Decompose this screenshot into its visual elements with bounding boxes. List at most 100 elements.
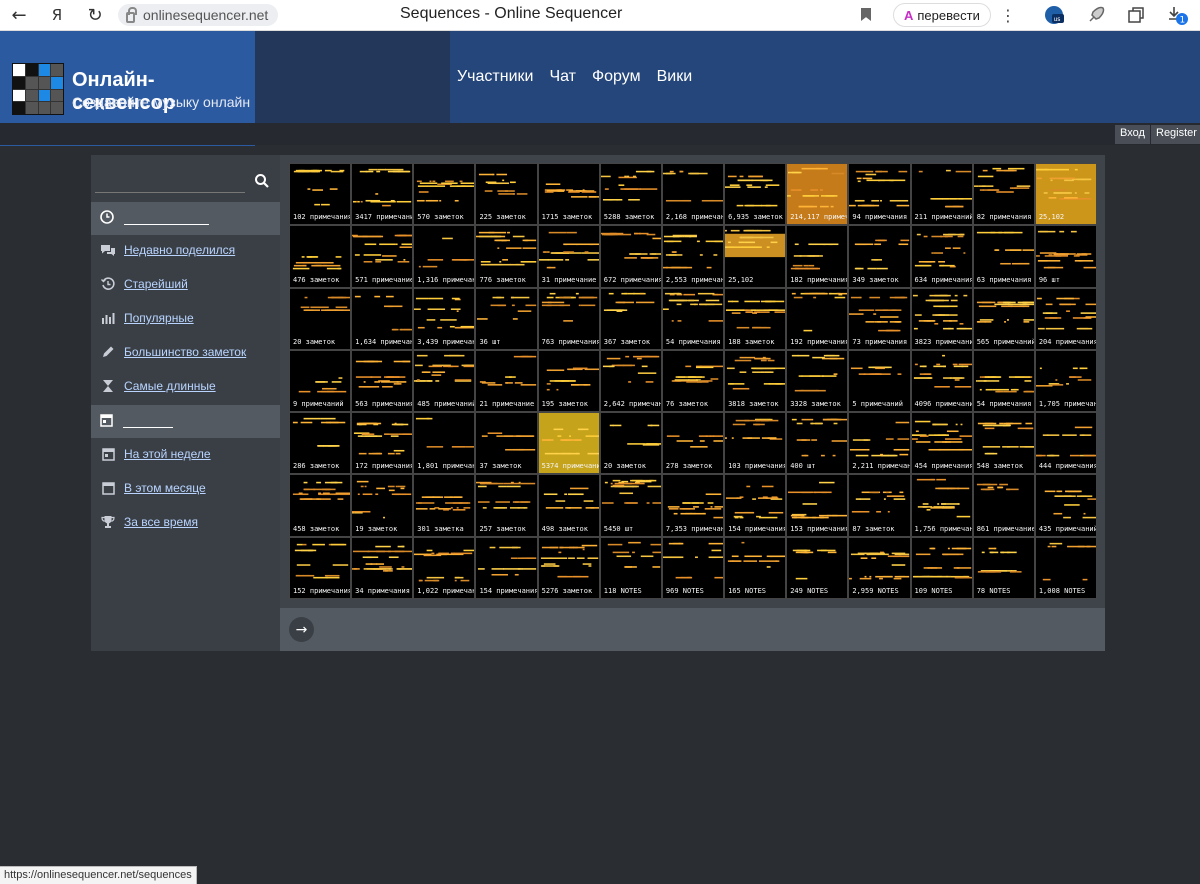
sequence-tile[interactable]: 54 примечания (972, 349, 1035, 413)
sequence-tile[interactable]: 444 примечания (1034, 412, 1097, 475)
sequence-tile[interactable]: 2,211 примечаний (848, 412, 911, 475)
sequence-tile[interactable]: 548 заметок (972, 412, 1035, 475)
yandex-icon[interactable]: Я (38, 0, 76, 31)
sequence-tile[interactable]: 2,642 примечания (599, 349, 662, 413)
sequence-tile[interactable]: 165 NOTES (724, 536, 787, 599)
sequence-tile[interactable]: 861 примечание (972, 474, 1035, 537)
sequence-tile[interactable]: 204 примечания (1034, 287, 1097, 350)
time-this-month[interactable]: В этом месяце (100, 481, 206, 495)
sequence-tile[interactable]: 565 примечаний (972, 287, 1035, 350)
next-page-button[interactable]: → (289, 617, 314, 642)
sequence-tile[interactable]: 3823 примечания (910, 287, 973, 350)
sequence-tile[interactable]: 109 NOTES (910, 536, 973, 599)
downloads-icon[interactable]: 1 (1166, 4, 1188, 26)
login-button[interactable]: Вход (1115, 125, 1150, 144)
sequence-tile[interactable]: 2,553 примечания (661, 225, 725, 288)
sequence-tile[interactable]: 192 примечания (786, 287, 849, 350)
sequence-tile[interactable]: 87 заметок (848, 474, 911, 537)
sequence-tile[interactable]: 367 заметок (599, 287, 662, 350)
sequence-tile[interactable]: 476 заметок (289, 225, 352, 288)
time-all-time[interactable]: За все время (100, 515, 198, 529)
sequence-tile[interactable]: 286 заметок (289, 412, 352, 475)
sequence-tile[interactable]: 225 заметок (475, 163, 538, 226)
collections-icon[interactable] (1125, 4, 1147, 26)
sequence-tile[interactable]: 570 заметок (413, 163, 476, 226)
sequence-tile[interactable]: 31 примечание (537, 225, 600, 288)
sequence-tile[interactable]: 78 NOTES (972, 536, 1035, 599)
translate-button[interactable]: A перевести (893, 3, 991, 27)
sequence-tile[interactable]: 2,168 примечания (661, 163, 725, 226)
menu-dots-icon[interactable]: ⋮ (997, 4, 1019, 26)
bookmark-icon[interactable] (861, 8, 871, 21)
sequence-tile[interactable]: 1,316 примечания (413, 225, 476, 288)
site-logo-icon[interactable] (12, 63, 64, 115)
sort-popular[interactable]: Популярные (100, 311, 194, 325)
sequence-tile[interactable]: 1,022 примечания (413, 536, 476, 599)
rocket-icon[interactable] (1085, 4, 1107, 26)
sequence-tile[interactable]: 458 заметок (289, 474, 352, 537)
register-button[interactable]: Register (1151, 125, 1200, 144)
sort-longest[interactable]: Самые длинные (100, 379, 216, 393)
sequence-tile[interactable]: 154 примечания (724, 474, 787, 537)
sequence-tile[interactable]: 257 заметок (475, 474, 538, 537)
sequence-tile[interactable]: 63 примечания (972, 225, 1035, 288)
sequence-tile[interactable]: 1,801 примечание (413, 412, 476, 475)
sequence-tile[interactable]: 21 примечание (475, 349, 538, 413)
sequence-tile[interactable]: 7,353 примечания (661, 474, 725, 537)
sequence-tile[interactable]: 5450 шт (599, 474, 662, 537)
sequence-tile[interactable]: 301 заметка (413, 474, 476, 537)
sequence-tile[interactable]: 776 заметок (475, 225, 538, 288)
sequence-tile[interactable]: 82 примечания (972, 163, 1035, 226)
sequence-tile[interactable]: 1,756 примечаний (910, 474, 973, 537)
nav-chat[interactable]: Чат (549, 68, 576, 86)
sequence-tile[interactable]: 454 примечания (910, 412, 973, 475)
sequence-tile[interactable]: 498 заметок (537, 474, 600, 537)
sequence-tile[interactable]: 20 заметок (599, 412, 662, 475)
sequence-tile[interactable]: 763 примечания (537, 287, 600, 350)
sequence-tile[interactable]: 969 NOTES (661, 536, 725, 599)
sequence-tile[interactable]: 634 примечания (910, 225, 973, 288)
sequence-tile[interactable]: 5276 заметок (537, 536, 600, 599)
time-this-week[interactable]: На этой неделе (100, 447, 211, 461)
sequence-tile[interactable]: 19 заметок (351, 474, 414, 537)
sequence-tile[interactable]: 96 шт (1034, 225, 1097, 288)
sequence-tile[interactable]: 5 примечаний (848, 349, 911, 413)
sequence-tile[interactable]: 400 шт (786, 412, 849, 475)
sequence-tile[interactable]: 172 примечания (351, 412, 414, 475)
sequence-tile[interactable]: 1,634 примечания (351, 287, 414, 350)
sequence-tile[interactable]: 182 примечания (786, 225, 849, 288)
sequence-tile[interactable]: 73 примечания (848, 287, 911, 350)
nav-wiki[interactable]: Вики (657, 68, 693, 86)
nav-forum[interactable]: Форум (592, 68, 641, 86)
sort-oldest[interactable]: Старейший (100, 277, 188, 291)
nav-members[interactable]: Участники (457, 68, 533, 86)
sequence-tile[interactable]: 5288 заметок (599, 163, 662, 226)
sequence-tile[interactable]: 571 примечание (351, 225, 414, 288)
sequence-tile[interactable]: 195 заметок (537, 349, 600, 413)
sequence-tile[interactable]: 278 заметок (661, 412, 725, 475)
sequence-tile[interactable]: 2,959 NOTES (848, 536, 911, 599)
sequence-tile[interactable]: 1,705 примечаний (1034, 349, 1097, 413)
back-icon[interactable]: ← (0, 0, 38, 31)
sequence-tile[interactable]: 1715 заметок (537, 163, 600, 226)
sequence-tile[interactable]: 5374 примечания (537, 412, 600, 475)
sequence-tile[interactable]: 9 примечаний (289, 349, 352, 413)
sequence-tile[interactable]: 249 NOTES (786, 536, 849, 599)
sequence-tile[interactable]: 76 заметок (661, 349, 725, 413)
sequence-tile[interactable]: 36 шт (475, 287, 538, 350)
sequence-tile[interactable]: 435 примечаний (1034, 474, 1097, 537)
sequence-tile[interactable]: 94 примечания (848, 163, 911, 226)
sequence-tile[interactable]: 6,935 заметок (724, 163, 787, 226)
search-icon[interactable] (254, 173, 270, 189)
sequence-tile[interactable]: 118 NOTES (599, 536, 662, 599)
sequence-tile[interactable]: 3818 заметок (724, 349, 787, 413)
sequence-tile[interactable]: 154 примечания (475, 536, 538, 599)
sequence-tile[interactable]: 672 примечания (599, 225, 662, 288)
sequence-tile[interactable]: 3328 заметок (786, 349, 849, 413)
sequence-tile[interactable]: 152 примечания (289, 536, 352, 599)
sequence-tile[interactable]: 20 заметок (289, 287, 352, 350)
sequence-tile[interactable]: 103 примечания (724, 412, 787, 475)
sequence-tile[interactable]: 211 примечаний (910, 163, 973, 226)
search-input[interactable] (95, 192, 245, 193)
sequence-tile[interactable]: 485 примечаний (413, 349, 476, 413)
